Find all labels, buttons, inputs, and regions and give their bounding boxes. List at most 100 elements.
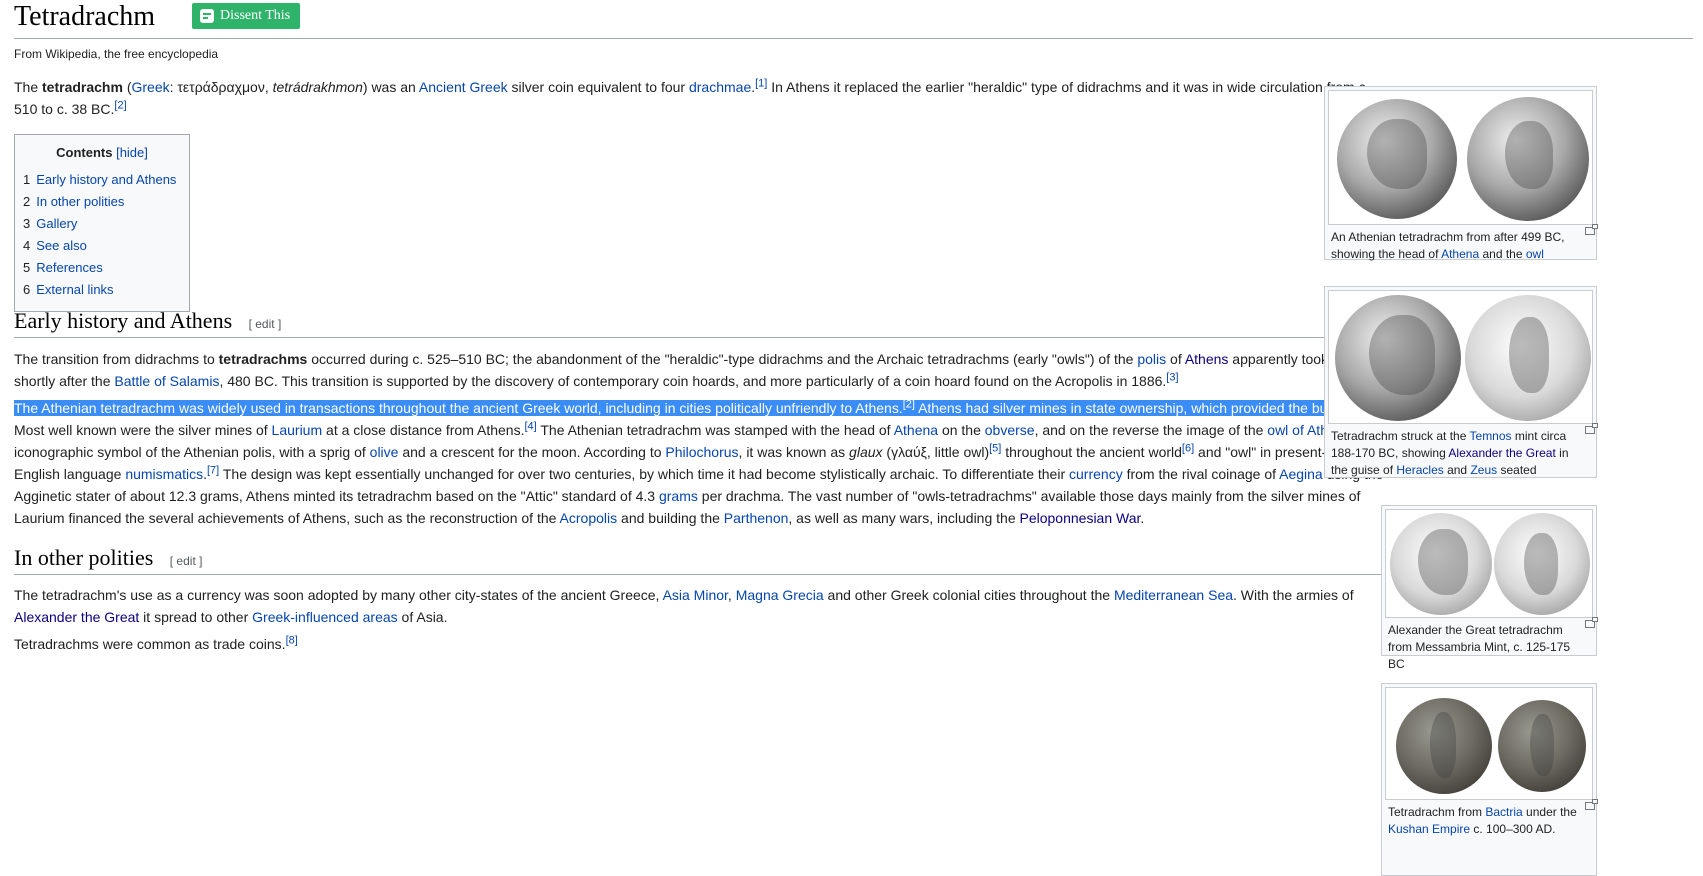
toc-number: 1: [23, 172, 31, 187]
wiki-link[interactable]: Alexander the Great: [14, 609, 139, 625]
wiki-link[interactable]: Ancient Greek: [419, 79, 508, 95]
toc-number: 4: [23, 238, 31, 253]
italic-term: tetrádrakhmon: [272, 79, 363, 95]
text-run: The transition from didrachms to: [14, 351, 219, 367]
wiki-link[interactable]: Athena: [1441, 247, 1479, 261]
citation-ref: [1]: [755, 77, 767, 89]
citation-link[interactable]: [1]: [755, 77, 767, 89]
text-run: The tetradrachm's use as a currency was …: [14, 587, 663, 603]
toc-number: 2: [23, 194, 31, 209]
wiki-link[interactable]: numismatics: [125, 466, 203, 482]
wiki-link[interactable]: drachmae: [689, 79, 751, 95]
text-run: of Asia.: [397, 609, 448, 625]
edit-link-other-polities[interactable]: [ edit ]: [170, 554, 203, 568]
text-run: Alexander the Great tetradrachm from Mes…: [1388, 623, 1571, 671]
wiki-link[interactable]: Zeus: [1470, 463, 1497, 477]
toc-item[interactable]: 2 In other polities: [23, 191, 181, 213]
citation-ref: [2]: [114, 99, 126, 111]
wiki-link[interactable]: obverse: [985, 422, 1035, 438]
wiki-link[interactable]: Parthenon: [724, 510, 789, 526]
text-run: : τετράδραχμον,: [169, 79, 273, 95]
wiki-link[interactable]: Athena: [894, 422, 938, 438]
wiki-link[interactable]: owl: [1526, 247, 1544, 261]
text-run: and: [1443, 463, 1471, 477]
text-run: occurred during c. 525–510 BC; the aband…: [307, 351, 1138, 367]
text-run: , and on the reverse the image of the: [1034, 422, 1268, 438]
toc-link[interactable]: Gallery: [36, 216, 77, 231]
wiki-link[interactable]: Battle of Salamis: [114, 373, 219, 389]
wiki-link[interactable]: Asia Minor: [663, 587, 728, 603]
citation-link[interactable]: [5]: [989, 442, 1001, 454]
italic-term: glaux: [849, 444, 883, 460]
wiki-link[interactable]: Temnos: [1470, 429, 1512, 443]
coin-reverse: [1494, 513, 1590, 615]
toc-hide-link[interactable]: [hide]: [116, 145, 148, 160]
toc-link[interactable]: External links: [36, 282, 113, 297]
toc-item[interactable]: 5 References: [23, 257, 181, 279]
citation-link[interactable]: [7]: [207, 464, 219, 476]
citation-link[interactable]: [2]: [903, 398, 915, 410]
coin-image[interactable]: [1385, 687, 1593, 800]
citation-link[interactable]: [8]: [286, 634, 298, 646]
wiki-link[interactable]: polis: [1137, 351, 1166, 367]
coin-reverse: [1498, 700, 1586, 792]
dissent-button-label: Dissent This: [220, 8, 291, 23]
coin-image[interactable]: [1385, 509, 1593, 618]
text-run: seated: [1497, 463, 1537, 477]
wiki-link[interactable]: Bactria: [1485, 805, 1522, 819]
citation-link[interactable]: [3]: [1166, 371, 1178, 383]
tagline: From Wikipedia, the free encyclopedia: [14, 47, 219, 61]
enlarge-icon[interactable]: [1585, 617, 1598, 628]
text-run: under the: [1522, 805, 1577, 819]
citation-link[interactable]: [4]: [524, 420, 536, 432]
wiki-link[interactable]: Alexander the Great: [1448, 446, 1555, 460]
wiki-link[interactable]: Philochorus: [665, 444, 738, 460]
wiki-link[interactable]: Athens: [1185, 351, 1229, 367]
citation-link[interactable]: [2]: [114, 99, 126, 111]
wiki-link[interactable]: Aegina: [1279, 466, 1323, 482]
coin-reverse: [1467, 97, 1589, 221]
wiki-link[interactable]: Greek-influenced areas: [252, 609, 398, 625]
enlarge-icon[interactable]: [1585, 423, 1598, 434]
toc-item[interactable]: 4 See also: [23, 235, 181, 257]
enlarge-icon[interactable]: [1585, 799, 1598, 810]
edit-link-early-history[interactable]: [ edit ]: [249, 317, 282, 331]
wiki-link[interactable]: Mediterranean Sea: [1114, 587, 1233, 603]
wiki-link[interactable]: Kushan Empire: [1388, 822, 1470, 836]
citation-ref: [6]: [1182, 442, 1194, 454]
toc-item[interactable]: 1 Early history and Athens: [23, 169, 181, 191]
toc-link[interactable]: See also: [36, 238, 87, 253]
text-run: and a crescent for the moon. According t…: [398, 444, 666, 460]
wiki-link[interactable]: grams: [659, 488, 698, 504]
coin-image[interactable]: [1328, 90, 1593, 225]
text-run: (: [122, 79, 132, 95]
wiki-link[interactable]: Greek: [132, 79, 170, 95]
enlarge-icon[interactable]: [1585, 224, 1598, 235]
text-run: Most well known were the silver mines of: [14, 422, 272, 438]
coin-image[interactable]: [1328, 290, 1593, 424]
citation-ref: [2]: [903, 398, 915, 410]
thumb-messambria-tetradrachm: Alexander the Great tetradrachm from Mes…: [1381, 505, 1598, 671]
text-run: Athens had silver mines in state ownersh…: [914, 400, 1357, 416]
wiki-link[interactable]: Peloponnesian War: [1020, 510, 1141, 526]
wiki-link[interactable]: currency: [1069, 466, 1123, 482]
wiki-link[interactable]: Heracles: [1396, 463, 1443, 477]
wiki-link[interactable]: Magna Grecia: [736, 587, 824, 603]
dissent-button[interactable]: Dissent This: [192, 3, 301, 29]
citation-link[interactable]: [6]: [1182, 442, 1194, 454]
wiki-link[interactable]: Laurium: [272, 422, 323, 438]
text-run: throughout the ancient world: [1001, 444, 1182, 460]
coin-obverse: [1337, 99, 1457, 219]
wiki-link[interactable]: olive: [370, 444, 399, 460]
toc-item[interactable]: 6 External links: [23, 279, 181, 301]
text-run: , it was known as: [738, 444, 850, 460]
text-run: The Athenian tetradrachm was stamped wit…: [536, 422, 894, 438]
thumb-bactria-tetradrachm: Tetradrachm from Bactria under the Kusha…: [1381, 683, 1598, 876]
toc-link[interactable]: In other polities: [36, 194, 124, 209]
toc-number: 6: [23, 282, 31, 297]
text-run: c. 100–300 AD.: [1470, 822, 1556, 836]
toc-link[interactable]: References: [36, 260, 102, 275]
toc-item[interactable]: 3 Gallery: [23, 213, 181, 235]
toc-link[interactable]: Early history and Athens: [36, 172, 176, 187]
wiki-link[interactable]: Acropolis: [560, 510, 618, 526]
